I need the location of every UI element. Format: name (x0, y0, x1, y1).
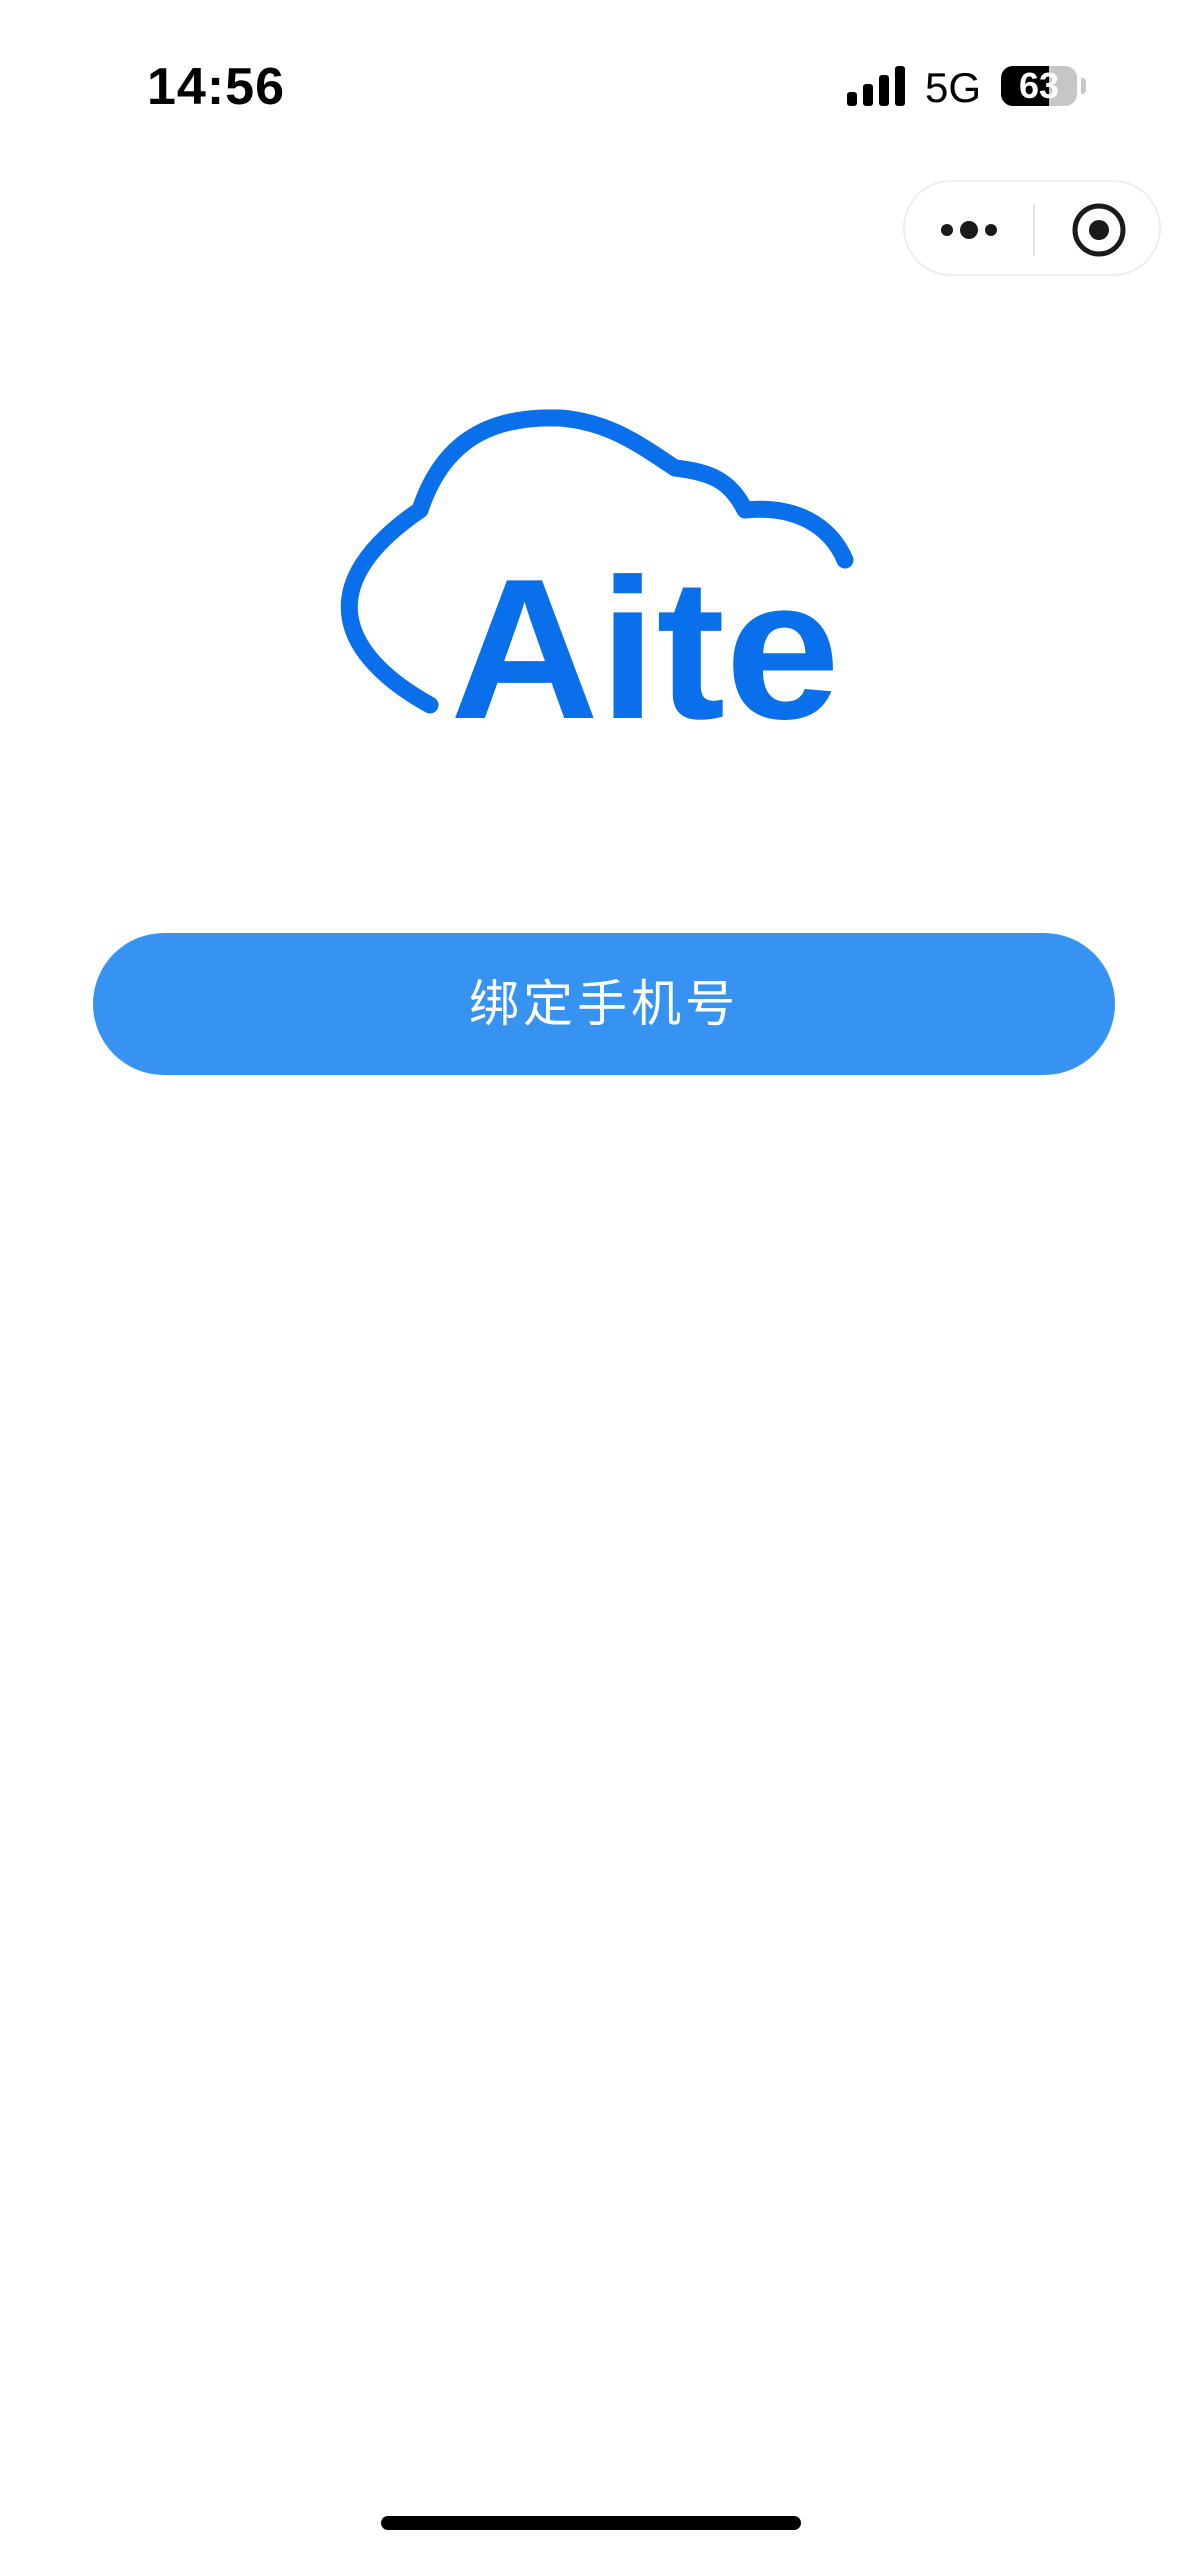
battery-level: 63 (1018, 66, 1060, 106)
network-type: 5G (925, 64, 982, 111)
more-dots-icon[interactable] (937, 200, 1001, 260)
capsule-divider (1033, 204, 1035, 256)
battery-tip (1081, 78, 1086, 94)
home-indicator (381, 2516, 801, 2530)
logo-text: Aite (450, 538, 840, 740)
mini-program-capsule (903, 180, 1161, 276)
aite-logo: Aite (340, 409, 854, 740)
cellular-signal-icon (847, 66, 905, 106)
battery-icon: 63 (1001, 66, 1077, 106)
target-close-icon[interactable] (1069, 200, 1129, 260)
bind-phone-button[interactable]: 绑定手机号 (93, 933, 1115, 1075)
status-time: 14:56 (147, 58, 285, 116)
